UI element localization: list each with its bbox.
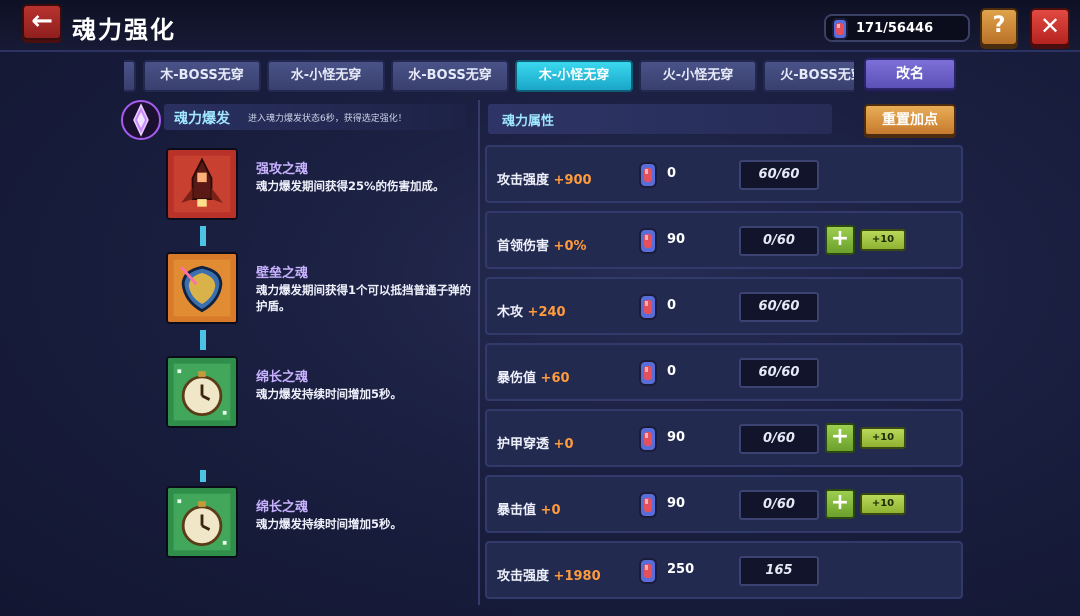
add-ten-points-button[interactable]: +10 [860,229,906,251]
attribute-cost: 0 [667,364,677,379]
soul-gem-icon [639,558,657,584]
soul-burst-icon [121,100,161,140]
tab-fire-minion[interactable]: 火-小怪无穿 [639,60,757,92]
clock-icon[interactable] [166,356,238,428]
attribute-row: 护甲穿透 +0 90 0/60 + +10 [485,409,963,467]
attribute-level: 0/60 [739,226,819,256]
tab-fire-boss[interactable]: 火-BOSS无穿 [763,60,854,92]
attribute-level: 0/60 [739,424,819,454]
soul-burst-title: 魂力爆发 [174,111,230,127]
skill-connector [200,330,206,350]
skill-name: 强攻之魂 [256,162,309,177]
skill-connector [200,226,206,246]
skill-name: 壁垒之魂 [256,266,309,281]
arrow-left-icon: ← [31,6,53,36]
skill-description: 魂力爆发持续时间增加5秒。 [256,517,403,531]
attribute-cost: 90 [667,232,686,247]
attribute-label: 攻击强度 +900 [497,173,592,188]
attribute-row: 暴击值 +0 90 0/60 + +10 [485,475,963,533]
skill-description: 魂力爆发持续时间增加5秒。 [256,387,403,401]
attribute-label: 暴伤值 +60 [497,371,570,386]
attribute-row: 攻击强度 +900 0 60/60 [485,145,963,203]
tab-wood-boss[interactable]: 木-BOSS无穿 [143,60,261,92]
soul-gem-icon [639,294,657,320]
add-ten-points-button[interactable]: +10 [860,427,906,449]
shield-icon[interactable] [166,252,238,324]
skill-name: 绵长之魂 [256,500,309,515]
attribute-label: 护甲穿透 +0 [497,437,574,452]
attribute-level: 60/60 [739,292,819,322]
soul-gem-icon [639,426,657,452]
skill-description: 魂力爆发期间获得25%的伤害加成。 [256,179,445,193]
attribute-cost: 90 [667,496,686,511]
attribute-cost: 90 [667,430,686,445]
add-point-button[interactable]: + [825,489,855,519]
soul-currency-display: 171/56446 [824,14,970,42]
reset-points-button[interactable]: 重置加点 [864,104,956,136]
question-icon: ? [992,13,1006,38]
header-bar: ← 魂力强化 171/56446 ? ✕ [0,0,1080,52]
soul-gem-icon [639,360,657,386]
attribute-row: 暴伤值 +60 0 60/60 [485,343,963,401]
attribute-level: 60/60 [739,358,819,388]
build-tabs: 木-BOSS无穿 水-小怪无穿 水-BOSS无穿 木-小怪无穿 火-小怪无穿 火… [124,58,854,94]
attributes-title: 魂力属性 [502,114,555,129]
close-button[interactable]: ✕ [1030,8,1070,46]
attribute-level: 0/60 [739,490,819,520]
close-icon: ✕ [1039,12,1061,40]
attribute-label: 暴击值 +0 [497,503,561,518]
attribute-level: 60/60 [739,160,819,190]
attribute-cost: 0 [667,298,677,313]
attribute-label: 攻击强度 +1980 [497,569,601,584]
soul-gem-icon [639,228,657,254]
add-point-button[interactable]: + [825,225,855,255]
soul-currency-value: 171/56446 [856,21,934,36]
add-point-button[interactable]: + [825,423,855,453]
tab-water-minion[interactable]: 水-小怪无穿 [267,60,385,92]
soul-gem-icon [639,162,657,188]
skill-connector [200,470,206,482]
skill-name: 绵长之魂 [256,370,309,385]
attribute-cost: 250 [667,562,695,577]
soul-power-screen: ← 魂力强化 171/56446 ? ✕ 木-BOSS无穿 水-小怪无穿 水-B… [0,0,1080,616]
column-divider [478,100,480,605]
clock-icon[interactable] [166,486,238,558]
attribute-cost: 0 [667,166,677,181]
rocket-icon[interactable] [166,148,238,220]
rename-button[interactable]: 改名 [864,58,956,90]
add-ten-points-button[interactable]: +10 [860,493,906,515]
tab-water-boss[interactable]: 水-BOSS无穿 [391,60,509,92]
attribute-label: 首领伤害 +0% [497,239,587,254]
attribute-label: 木攻 +240 [497,305,566,320]
soul-gem-icon [639,492,657,518]
back-button[interactable]: ← [22,4,62,40]
attribute-row: 木攻 +240 0 60/60 [485,277,963,335]
attribute-level: 165 [739,556,819,586]
skill-description: 魂力爆发期间获得1个可以抵挡普通子弹的护盾。 [256,283,471,313]
page-title: 魂力强化 [72,16,176,44]
soul-burst-description: 进入魂力爆发状态6秒，获得选定强化！ [248,114,407,124]
tab-partial[interactable] [124,60,136,92]
tab-wood-minion[interactable]: 木-小怪无穿 [515,60,633,92]
soul-gem-icon [832,18,848,40]
help-button[interactable]: ? [980,8,1018,46]
attribute-row: 攻击强度 +1980 250 165 [485,541,963,599]
attribute-row: 首领伤害 +0% 90 0/60 + +10 [485,211,963,269]
